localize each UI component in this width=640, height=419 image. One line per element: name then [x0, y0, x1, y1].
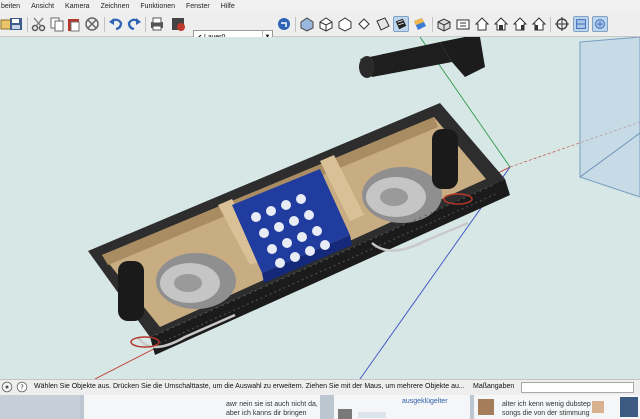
- erase-icon[interactable]: [84, 16, 100, 32]
- copy-icon[interactable]: [49, 16, 65, 32]
- measurements-label: Maßangaben: [473, 383, 515, 390]
- avatar: [338, 409, 352, 419]
- toolbar-separator: [145, 17, 146, 32]
- toolbar-separator: [432, 17, 433, 32]
- toolbar: ✔ Layer0 ▼: [0, 13, 640, 44]
- menu-kamera[interactable]: Kamera: [65, 3, 90, 10]
- paste-icon[interactable]: [66, 16, 82, 32]
- section-plane-icon[interactable]: [573, 16, 589, 32]
- toolbar-separator: [550, 17, 551, 32]
- save-icon[interactable]: [8, 16, 24, 32]
- status-bar: ? Wählen Sie Objekte aus. Drücken Sie di…: [0, 379, 640, 395]
- chat-panel-1: awr nein sie ist auch nicht da, aber ich…: [84, 395, 320, 419]
- wireframe-style-icon[interactable]: [318, 16, 334, 32]
- chat-panel-2: [334, 395, 400, 419]
- print-icon[interactable]: [149, 16, 165, 32]
- avatar: [478, 399, 494, 415]
- menu-bar: beiten Ansicht Kamera Zeichnen Funktione…: [0, 0, 640, 13]
- layer-manager-icon[interactable]: [276, 16, 292, 32]
- model-info-icon[interactable]: [170, 16, 186, 32]
- handle-tube[interactable]: [359, 37, 485, 78]
- chat-message-line2: songs die von der stimmung: [502, 410, 590, 417]
- chat-message-line2: aber ich kanns dir bringen: [226, 410, 307, 417]
- avatar: [592, 401, 604, 413]
- chat-panel-3: ausgeklügelter: [400, 395, 470, 419]
- menu-hilfe[interactable]: Hilfe: [221, 3, 235, 10]
- chat-panel-4: alter ich kenn wenig dubstep songs die v…: [474, 395, 640, 419]
- menu-funktionen[interactable]: Funktionen: [140, 3, 175, 10]
- section-plane[interactable]: [579, 37, 640, 198]
- hidden-line-style-icon[interactable]: [337, 16, 353, 32]
- menu-bearbeiten[interactable]: beiten: [1, 3, 20, 10]
- svg-text:?: ?: [20, 384, 24, 392]
- right-view-icon[interactable]: [493, 16, 509, 32]
- menu-zeichnen[interactable]: Zeichnen: [101, 3, 130, 10]
- toolbar-separator: [295, 17, 296, 32]
- back-view-icon[interactable]: [512, 16, 528, 32]
- front-view-icon[interactable]: [474, 16, 490, 32]
- menu-fenster[interactable]: Fenster: [186, 3, 210, 10]
- model-viewport[interactable]: [0, 37, 640, 379]
- chat-message-line1: awr nein sie ist auch nicht da,: [226, 401, 318, 408]
- left-view-icon[interactable]: [531, 16, 547, 32]
- top-view-icon[interactable]: [455, 16, 471, 32]
- toolbar-separator: [104, 17, 105, 32]
- placeholder-bar: [358, 412, 386, 418]
- shaded-style-icon[interactable]: [356, 16, 372, 32]
- xray-style-icon[interactable]: [299, 16, 315, 32]
- redo-icon[interactable]: [126, 16, 142, 32]
- menu-ansicht[interactable]: Ansicht: [31, 3, 54, 10]
- cut-icon[interactable]: [31, 16, 47, 32]
- status-message: Wählen Sie Objekte aus. Drücken Sie die …: [34, 383, 465, 390]
- textured-style-icon[interactable]: [375, 16, 391, 32]
- iso-view-icon[interactable]: [436, 16, 452, 32]
- help-icon[interactable]: ?: [16, 381, 28, 393]
- orbit-icon[interactable]: [554, 16, 570, 32]
- chat-message-line1: alter ich kenn wenig dubstep: [502, 401, 591, 408]
- speaker-box-model[interactable]: [0, 37, 640, 379]
- section-display-icon[interactable]: [592, 16, 608, 32]
- chat-panel-left: [0, 395, 80, 419]
- toolbar-separator: [27, 17, 28, 32]
- taskbar: awr nein sie ist auch nicht da, aber ich…: [0, 395, 640, 419]
- geolocation-icon[interactable]: [1, 381, 13, 393]
- color-style-icon[interactable]: [412, 16, 428, 32]
- chat-link[interactable]: ausgeklügelter: [402, 397, 448, 406]
- avatar: [620, 397, 638, 417]
- undo-icon[interactable]: [108, 16, 124, 32]
- measurements-input[interactable]: [521, 382, 634, 393]
- monochrome-style-icon[interactable]: [393, 16, 409, 32]
